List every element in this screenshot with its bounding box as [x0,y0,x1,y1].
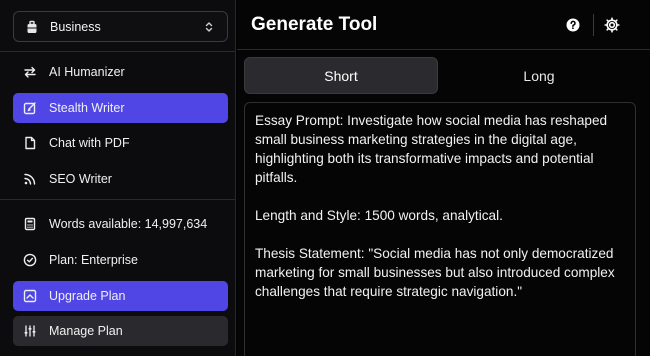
edit-icon [22,100,38,116]
sidebar-item-label: Stealth Writer [49,101,125,115]
main-panel: Generate Tool Short Long Essay Prompt: I… [237,0,650,356]
sidebar-item-label: Chat with PDF [49,136,130,150]
sidebar: Business AI Humanizer Stealth Writer Cha… [0,0,236,356]
page-title: Generate Tool [251,14,378,35]
sidebar-item-seo-writer[interactable]: SEO Writer [13,164,228,194]
upgrade-plan-label: Upgrade Plan [49,289,126,303]
tab-short[interactable]: Short [244,57,438,94]
essay-paragraph: Thesis Statement: "Social media has not … [255,246,615,299]
essay-paragraph: Length and Style: 1500 words, analytical… [255,208,503,223]
header-divider [593,14,594,36]
workspace-name: Business [50,19,101,34]
sidebar-divider [0,51,236,52]
words-available: Words available: 14,997,634 [13,209,228,239]
upgrade-icon [22,288,38,304]
help-button[interactable] [564,16,582,34]
sidebar-item-stealth-writer[interactable]: Stealth Writer [13,93,228,123]
briefcase-icon [24,19,40,35]
sliders-icon [22,323,38,339]
manage-plan-button[interactable]: Manage Plan [13,316,228,346]
workspace-select[interactable]: Business [13,11,228,42]
gear-icon [603,17,621,38]
settings-button[interactable] [603,16,621,34]
rss-icon [22,171,38,187]
plan-status: Plan: Enterprise [13,245,228,275]
upgrade-plan-button[interactable]: Upgrade Plan [13,281,228,311]
sidebar-item-label: SEO Writer [49,172,112,186]
plan-text: Plan: Enterprise [49,253,138,267]
chevron-up-down-icon [201,19,217,35]
sidebar-item-ai-humanizer[interactable]: AI Humanizer [13,57,228,87]
header: Generate Tool [237,0,650,50]
essay-paragraph: Essay Prompt: Investigate how social med… [255,113,608,185]
sidebar-item-label: AI Humanizer [49,65,125,79]
check-circle-icon [22,252,38,268]
tab-long[interactable]: Long [442,57,636,94]
calculator-icon [22,216,38,232]
essay-text-area[interactable]: Essay Prompt: Investigate how social med… [244,102,636,356]
help-icon [564,18,582,38]
sidebar-item-chat-with-pdf[interactable]: Chat with PDF [13,128,228,158]
swap-arrows-icon [22,64,38,80]
words-available-text: Words available: 14,997,634 [49,217,208,231]
sidebar-divider [0,199,236,200]
document-icon [22,135,38,151]
manage-plan-label: Manage Plan [49,324,123,338]
